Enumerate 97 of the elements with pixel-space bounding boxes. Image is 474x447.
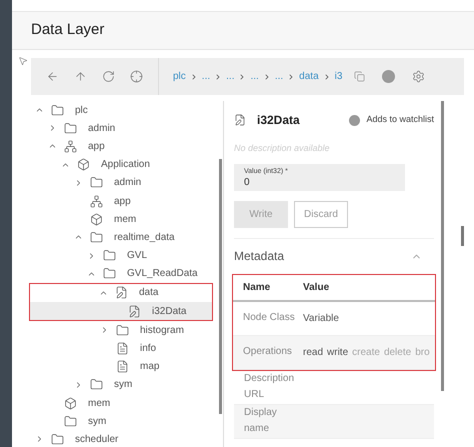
folder-icon [51, 432, 64, 446]
table-cell-text: Description URL [244, 372, 296, 402]
crosshair-icon[interactable] [130, 70, 143, 83]
folder-icon [64, 414, 77, 428]
folder-icon [64, 122, 77, 135]
table-cell-text: Operations [243, 345, 293, 359]
tree-label: GVL_ReadData [127, 267, 198, 282]
operation-label: create [352, 346, 380, 360]
tree-label: admin [88, 122, 116, 136]
tree-label: plc [75, 104, 88, 118]
copy-icon[interactable] [354, 71, 366, 82]
tree-item[interactable]: sym [31, 376, 217, 394]
scrollbar[interactable] [441, 101, 444, 391]
chevron-right-icon[interactable] [74, 178, 83, 188]
hierarchy-icon [64, 140, 77, 153]
folder-icon [116, 324, 129, 337]
file-edit-icon [115, 286, 128, 300]
tree-label: mem [114, 212, 136, 227]
window-title: Data Layer [31, 20, 104, 40]
tree-item[interactable]: data [30, 284, 212, 302]
cube-icon [77, 158, 90, 172]
table-cell-text: Display name [244, 406, 278, 436]
tree-item[interactable]: admin [31, 174, 217, 192]
document-icon [116, 342, 129, 356]
operation-label: Variable [303, 312, 339, 326]
field-value: 0 [244, 176, 251, 188]
folder-icon [90, 230, 103, 244]
hierarchy-icon [90, 194, 103, 208]
file-edit-icon [234, 114, 246, 126]
chevron-right-icon[interactable] [74, 380, 83, 390]
tree-label: mem [88, 396, 110, 411]
tree-label: admin [114, 176, 142, 190]
folder-icon [90, 176, 103, 190]
tree-item[interactable]: info [31, 339, 217, 358]
tree-label: GVL [127, 249, 148, 264]
scrollbar[interactable] [219, 159, 222, 414]
chevron-right-icon[interactable] [35, 434, 44, 444]
tree-item[interactable]: mem [31, 394, 217, 412]
chevron-right-icon [214, 72, 222, 80]
folder-icon [90, 378, 103, 392]
chevron-right-icon[interactable] [87, 250, 96, 261]
operation-label: delete [384, 346, 412, 360]
tree-label: i32Data [152, 304, 186, 319]
cube-icon [90, 212, 103, 226]
tree-item[interactable]: histogram [31, 321, 217, 340]
tree-item[interactable]: app [31, 137, 217, 156]
chevron-right-icon[interactable] [100, 325, 109, 336]
tree-item[interactable]: map [31, 358, 217, 376]
folder-icon [103, 249, 116, 262]
folder-icon [51, 104, 64, 117]
resize-handle[interactable] [461, 226, 464, 246]
chevron-right-icon [322, 72, 331, 80]
operation-label: read [303, 346, 324, 360]
tree-label: realtime_data [114, 230, 175, 245]
table-cell-text: Node Class [243, 311, 296, 325]
column-header: Name [243, 280, 272, 294]
tree-item[interactable]: realtime_data [31, 228, 217, 246]
tree-label: histogram [140, 324, 184, 338]
chevron-right-icon[interactable] [48, 123, 57, 134]
settings-icon[interactable] [412, 70, 426, 83]
document-icon [116, 360, 129, 374]
up-icon[interactable] [74, 70, 88, 83]
column-header: Value [303, 280, 330, 294]
file-edit-icon [128, 304, 141, 318]
section-title: Metadata [234, 248, 284, 265]
back-icon[interactable] [46, 70, 60, 83]
tree-label: sym [114, 378, 132, 392]
tree-item[interactable]: mem [31, 210, 217, 228]
tree-label: sym [88, 414, 106, 429]
tree-label: info [140, 342, 156, 356]
node-title: i32Data [257, 112, 300, 129]
tree-label: map [140, 360, 160, 374]
cursor-icon [18, 56, 28, 66]
tree-label: data [139, 286, 158, 300]
tree-item[interactable]: GVL [31, 246, 217, 265]
tree-item[interactable]: Application [31, 156, 217, 174]
tree-item[interactable]: i32Data [30, 302, 212, 320]
tree-label: scheduler [75, 432, 118, 447]
watchlist-button[interactable]: Adds to watchlist [349, 113, 434, 127]
chevron-right-icon [238, 72, 246, 80]
chevron-right-icon [190, 72, 198, 80]
operation-label: write [327, 346, 348, 360]
tree-item[interactable]: admin [31, 119, 217, 138]
tree-item[interactable]: plc [31, 101, 217, 120]
tree-item[interactable]: app [31, 192, 217, 210]
tree-item[interactable]: scheduler [31, 430, 217, 447]
tree-label: app [114, 194, 131, 209]
tree-item[interactable]: GVL_ReadData [31, 264, 217, 283]
cube-icon [64, 396, 77, 410]
operation-label: bro [415, 346, 430, 360]
folder-icon [103, 267, 116, 280]
refresh-icon[interactable] [102, 70, 115, 83]
tree-item[interactable]: sym [31, 412, 217, 430]
chevron-right-icon [287, 72, 296, 80]
chevron-right-icon [262, 72, 271, 80]
tree-label: Application [101, 158, 150, 172]
tree-label: app [88, 140, 105, 154]
